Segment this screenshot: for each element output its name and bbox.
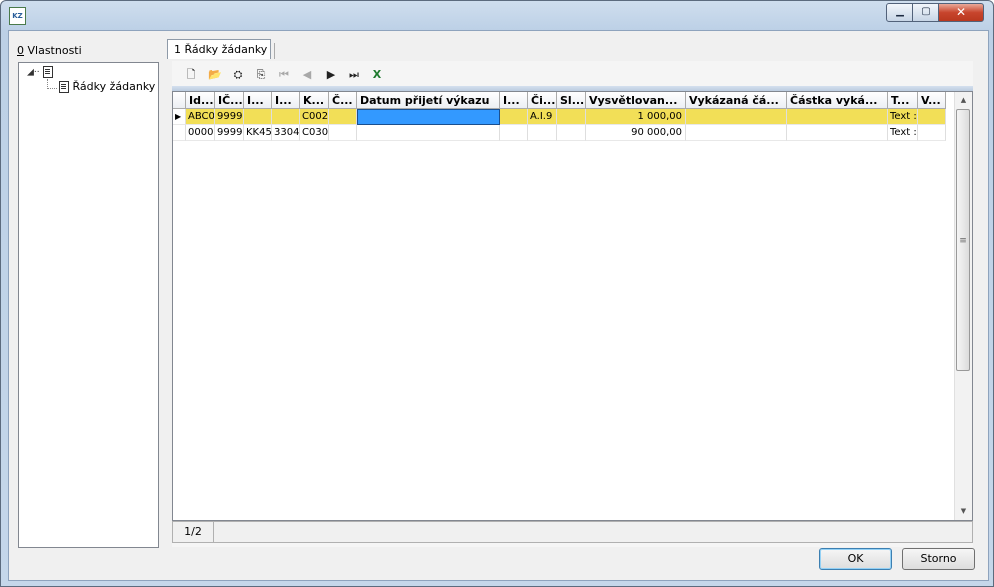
data-grid[interactable]: ▲ ≡ ▼ Id... IČ... I... I... K... Č... Datum př… [172,91,973,521]
scroll-up-icon[interactable]: ▲ [955,92,972,109]
table-cell[interactable]: 99999 [215,125,244,141]
tab-radky-zadanky[interactable]: 1 Řádky žádanky [167,39,271,59]
column-header[interactable]: I... [500,92,528,109]
scroll-thumb[interactable]: ≡ [956,109,970,371]
column-header[interactable]: IČ... [215,92,244,109]
table-cell[interactable] [918,125,946,141]
column-header[interactable]: T... [888,92,918,109]
table-cell[interactable] [244,109,272,125]
tab-separator [274,43,275,59]
dialog-client-area: 0 Vlastnosti ◢·· Řádky žádanky 1 Řádky ž… [8,30,989,581]
column-header[interactable]: I... [272,92,300,109]
column-header[interactable]: Vysvětlovan... [586,92,686,109]
table-cell[interactable] [272,109,300,125]
table-cell[interactable]: ABC0 [186,109,215,125]
refresh-icon[interactable]: ⛭ [230,67,246,83]
tab-panel: 🗋 📂 ⛭ ⎘ ⏮ ◀ ▶ ⏭ X ▲ ≡ ▼ Id... IČ... I... I.… [172,61,973,547]
maximize-button[interactable]: ▢ [912,3,940,22]
column-header[interactable]: Částka vyká... [787,92,888,109]
table-cell[interactable]: 90 000,00 [586,125,686,141]
column-header[interactable]: Či... [528,92,557,109]
row-indicator-icon[interactable] [173,125,186,141]
table-cell[interactable]: C030 [300,125,329,141]
table-cell[interactable]: 3304: [272,125,300,141]
last-record-icon[interactable]: ⏭ [346,67,362,83]
toolbar: 🗋 📂 ⛭ ⎘ ⏮ ◀ ▶ ⏭ X [172,66,973,85]
collapse-icon[interactable]: ◢ [27,68,34,78]
table-cell[interactable]: KK45 [244,125,272,141]
column-header[interactable]: Datum přijetí výkazu [357,92,500,109]
cancel-button[interactable]: Storno [902,548,975,570]
row-header-corner [173,92,186,109]
column-header[interactable]: V... [918,92,946,109]
table-cell[interactable]: 1 000,00 [586,109,686,125]
table-cell[interactable] [500,109,528,125]
row-indicator-icon[interactable]: ▶ [173,109,186,125]
table-cell[interactable] [557,109,586,125]
title-bar[interactable]: KZ ▁ ▢ ✕ [1,1,993,29]
table-cell[interactable] [686,109,787,125]
table-cell[interactable] [500,125,528,141]
table-cell[interactable]: Text : [888,125,918,141]
table-cell[interactable]: 99999 [215,109,244,125]
document-icon [42,66,53,78]
tree-item-radky-zadanky[interactable]: Řádky žádanky [59,80,155,93]
table-cell[interactable] [686,125,787,141]
column-header[interactable]: Id... [186,92,215,109]
new-icon[interactable]: 🗋 [183,67,199,83]
table-cell[interactable] [329,109,357,125]
open-folder-icon[interactable]: 📂 [207,67,223,83]
table-cell[interactable] [357,109,500,125]
column-header[interactable]: Č... [329,92,357,109]
prev-record-icon[interactable]: ◀ [299,67,315,83]
documents-icon [59,81,69,93]
column-header[interactable]: Sl... [557,92,586,109]
table-cell[interactable] [528,125,557,141]
table-cell[interactable] [918,109,946,125]
table-cell[interactable] [787,125,888,141]
ok-button[interactable]: OK [819,548,892,570]
table-cell[interactable]: 0000( [186,125,215,141]
tree-item-label: Řádky žádanky [72,80,156,93]
status-bar: 1/2 [172,521,973,543]
export-icon[interactable]: ⎘ [253,67,269,83]
dialog-window: KZ ▁ ▢ ✕ 0 Vlastnosti ◢·· Řádky žádanky … [0,0,994,587]
tab-strip: 1 Řádky žádanky [166,39,966,61]
column-header[interactable]: Vykázaná čá... [686,92,787,109]
properties-label: 0 Vlastnosti [17,44,82,57]
table-cell[interactable] [357,125,500,141]
excel-icon[interactable]: X [369,67,385,83]
table-cell[interactable]: A.I.9 [528,109,557,125]
next-record-icon[interactable]: ▶ [323,67,339,83]
table-cell[interactable] [787,109,888,125]
close-button[interactable]: ✕ [938,3,984,22]
table-cell[interactable]: Text : [888,109,918,125]
minimize-button[interactable]: ▁ [886,3,914,22]
tree-connector [47,88,57,90]
column-header[interactable]: I... [244,92,272,109]
vertical-scrollbar[interactable]: ▲ ≡ ▼ [954,92,972,520]
app-logo-icon: KZ [9,7,26,25]
table-cell[interactable]: C002 [300,109,329,125]
first-record-icon[interactable]: ⏮ [276,67,292,83]
scroll-down-icon[interactable]: ▼ [955,503,972,520]
table-cell[interactable] [329,125,357,141]
tree-root-node[interactable]: ◢·· [27,66,53,78]
table-cell[interactable] [557,125,586,141]
record-position: 1/2 [173,522,214,542]
tree-view[interactable]: ◢·· Řádky žádanky [18,62,159,548]
column-header[interactable]: K... [300,92,329,109]
